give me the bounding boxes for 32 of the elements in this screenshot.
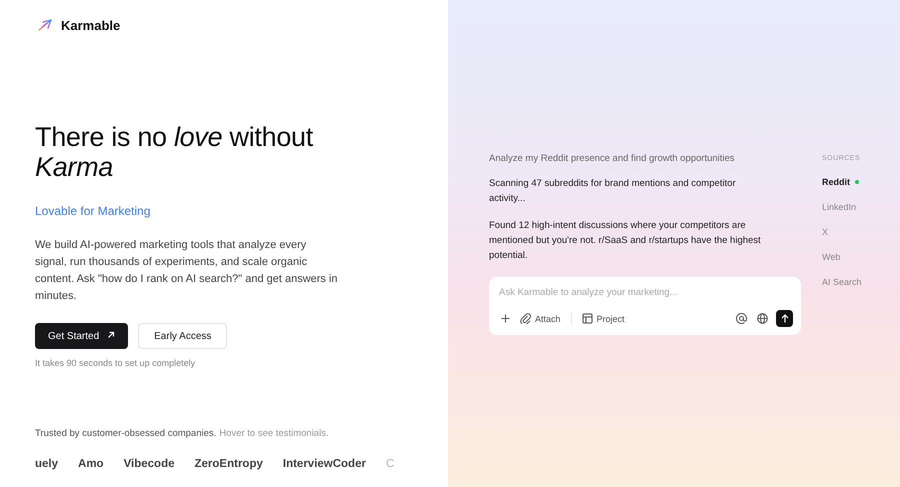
setup-note: It takes 90 seconds to set up completely (35, 358, 196, 368)
attach-button[interactable]: Attach (518, 313, 563, 324)
tagline: Lovable for Marketing (35, 204, 152, 218)
response-message: Scanning 47 subreddits for brand mentions and competitor activity... (489, 177, 737, 206)
input-placeholder: Ask Karmable to analyze your marketing... (499, 287, 678, 298)
project-button[interactable]: Project (580, 313, 627, 324)
company-logo: Vibecode (124, 458, 174, 470)
get-started-button[interactable]: Get Started (35, 323, 128, 349)
response-message: Found 12 high-intent discussions where your competitors are mentioned but you're not. r/SaaS and r/startups have the highest potential. (489, 219, 762, 263)
hover-hint: Hover to see testimonials. (219, 428, 329, 439)
mention-button[interactable] (734, 313, 749, 324)
company-logo: uely (35, 458, 58, 470)
trust-text: Trusted by customer-obsessed companies. (35, 428, 216, 439)
paperclip-icon (520, 313, 531, 324)
arrow-up-icon (780, 314, 788, 323)
company-logo: InterviewCoder (282, 458, 366, 470)
active-dot (855, 180, 859, 184)
user-prompt: Analyze my Reddit presence and find growth opportunities (489, 153, 736, 164)
description: We build AI-powered marketing tools that analyze every signal, run thousands of experiments, and scale organic content. Ask "how do I rank on AI search?" and get answers in minutes. (35, 238, 339, 304)
layout-icon (582, 313, 593, 324)
company-logo: Amo (78, 458, 104, 470)
add-button[interactable] (499, 314, 512, 323)
source-item[interactable]: Reddit (822, 177, 862, 187)
early-access-button[interactable]: Early Access (138, 323, 228, 349)
send-button[interactable] (776, 310, 793, 327)
company-logo: C (386, 458, 394, 470)
company-logo: ZeroEntropy (194, 458, 263, 470)
globe-button[interactable] (755, 313, 770, 324)
brand-name[interactable]: Karmable (61, 18, 120, 32)
chat-input[interactable]: Ask Karmable to analyze your marketing... Attach Project (489, 277, 801, 335)
paper-plane-logo-icon (38, 19, 52, 31)
headline: There is no love without Karma (35, 122, 314, 182)
